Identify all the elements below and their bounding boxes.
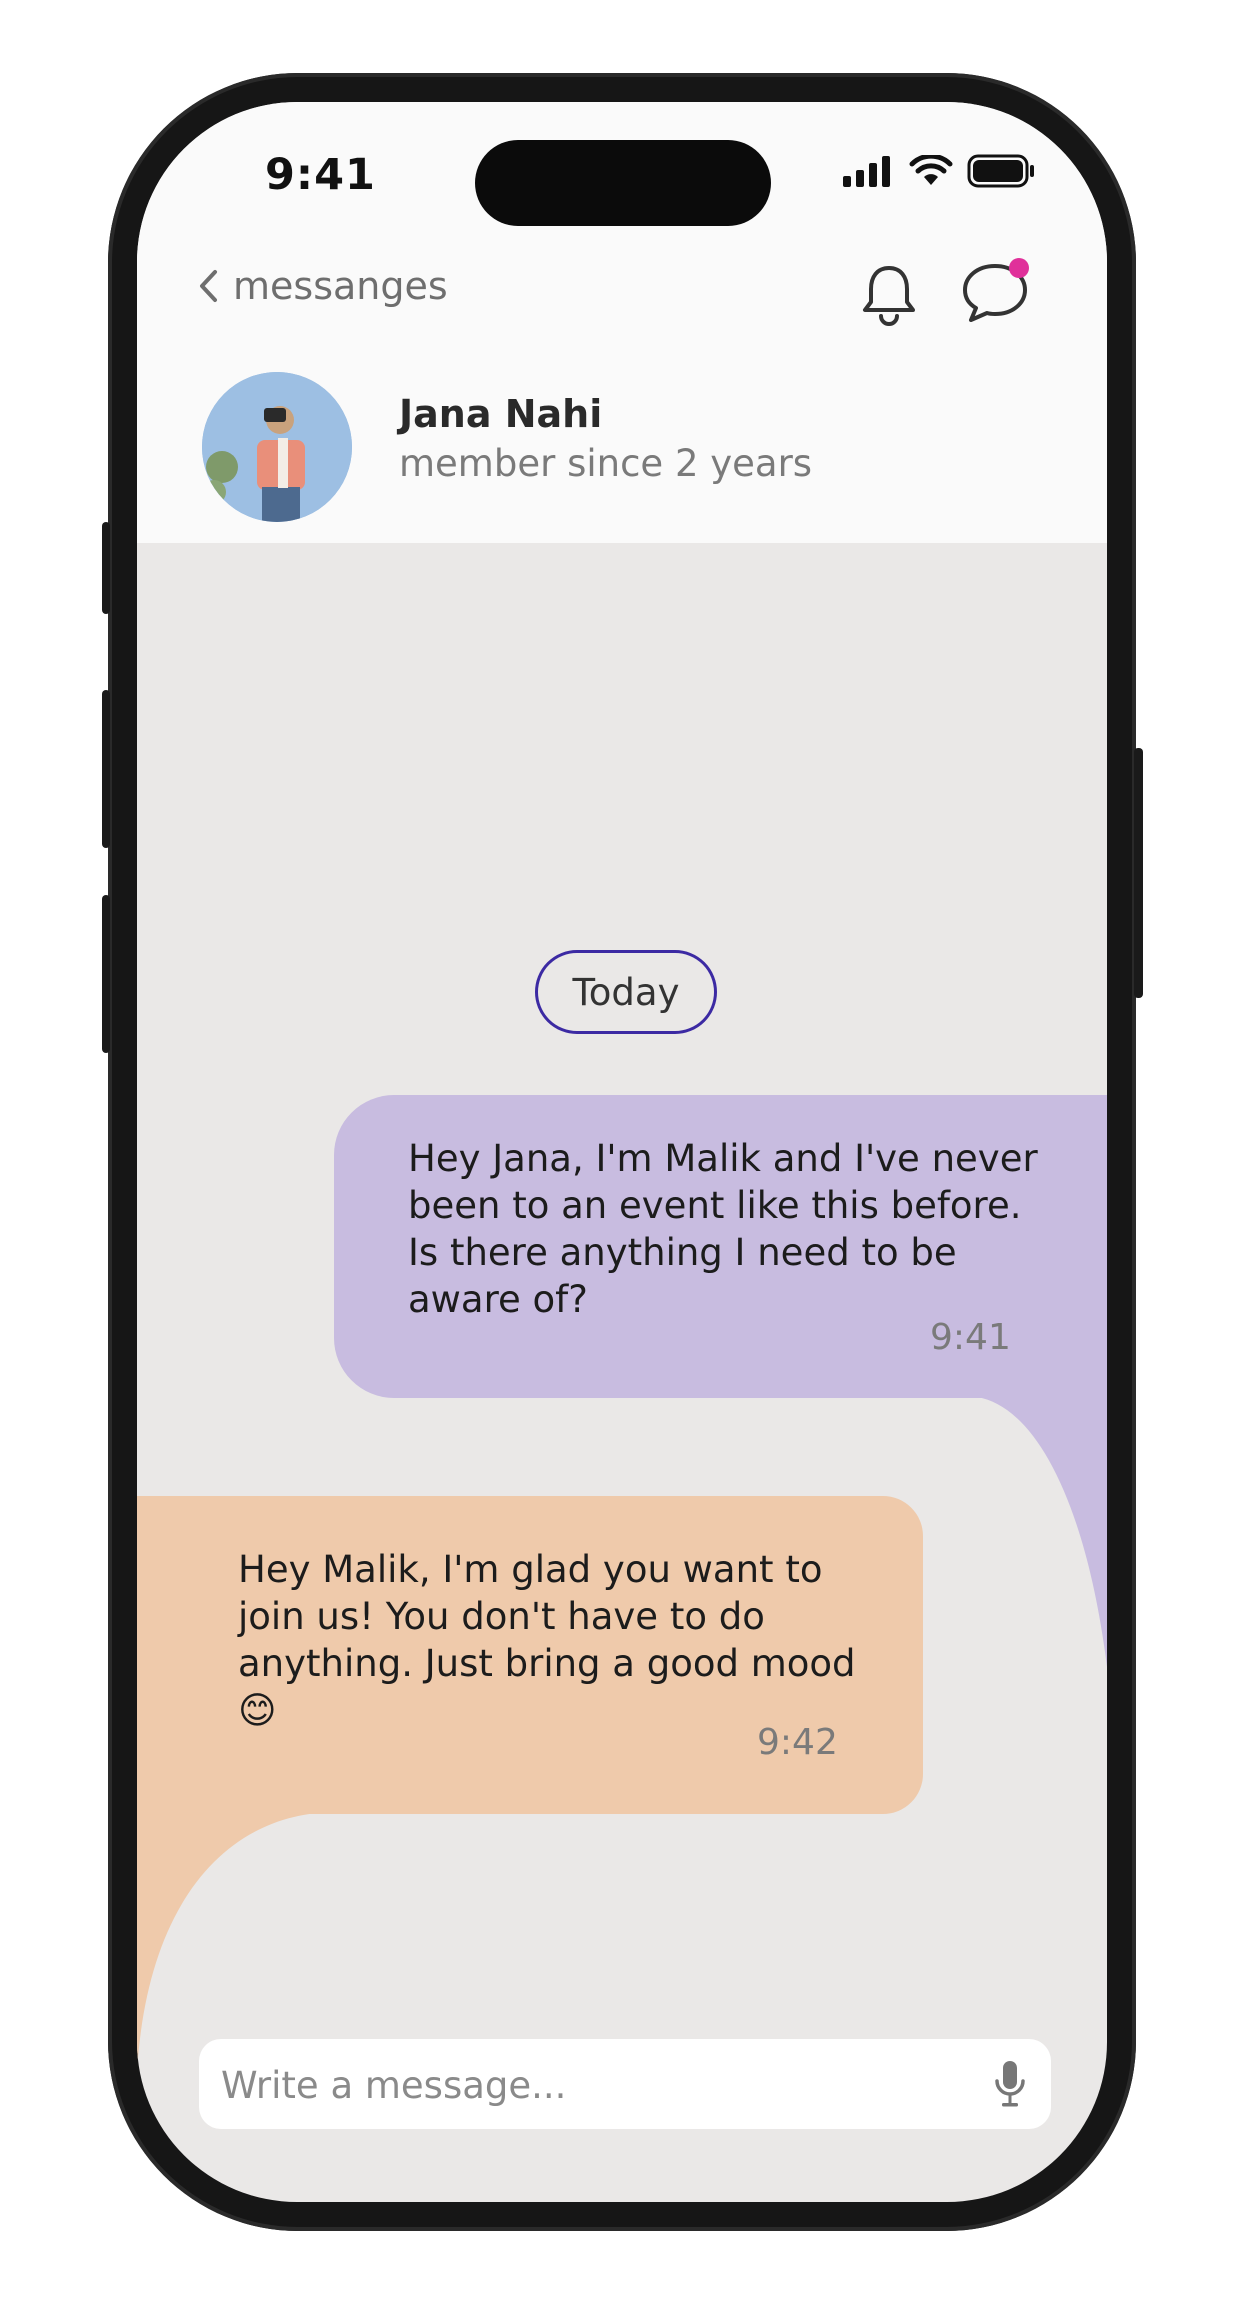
- chat-header: 9:41 messanges Jana Nahi member since 2 …: [137, 102, 1107, 543]
- message-time: 9:42: [757, 1722, 838, 1763]
- avatar-photo: [202, 372, 352, 522]
- date-divider: Today: [535, 950, 717, 1034]
- signal-icon: [843, 156, 890, 187]
- back-label: messanges: [233, 264, 448, 308]
- dynamic-island: [475, 140, 771, 226]
- message-bubble-outgoing[interactable]: Hey Jana, I'm Malik and I've never been …: [334, 1095, 1107, 1398]
- message-text: Hey Malik, I'm glad you want to join us!…: [238, 1548, 856, 1732]
- bell-icon[interactable]: [859, 262, 919, 326]
- chat-icon[interactable]: [959, 252, 1035, 328]
- message-bubble-incoming[interactable]: Hey Malik, I'm glad you want to join us!…: [137, 1496, 923, 1814]
- wifi-icon: [909, 155, 953, 185]
- volume-up-button: [102, 690, 110, 848]
- avatar[interactable]: [202, 372, 352, 522]
- back-button[interactable]: messanges: [197, 264, 448, 308]
- message-composer[interactable]: [199, 2039, 1051, 2131]
- message-time: 9:41: [930, 1317, 1011, 1358]
- outgoing-bubble-tail: [977, 1397, 1107, 1667]
- contact-name: Jana Nahi: [399, 392, 603, 436]
- power-button: [1134, 748, 1143, 998]
- microphone-icon[interactable]: [993, 2059, 1027, 2109]
- screen: 9:41 messanges Jana Nahi member since 2 …: [137, 102, 1107, 2202]
- action-button: [102, 522, 110, 614]
- message-text: Hey Jana, I'm Malik and I've never been …: [408, 1137, 1038, 1321]
- incoming-bubble-tail: [137, 1812, 337, 2072]
- volume-down-button: [102, 895, 110, 1053]
- message-input[interactable]: [219, 2039, 983, 2131]
- contact-subtitle: member since 2 years: [399, 442, 813, 485]
- status-icons: [843, 154, 1037, 188]
- chevron-left-icon: [200, 270, 217, 302]
- notification-dot: [1009, 258, 1029, 278]
- status-time: 9:41: [265, 150, 376, 200]
- battery-icon: [967, 154, 1034, 188]
